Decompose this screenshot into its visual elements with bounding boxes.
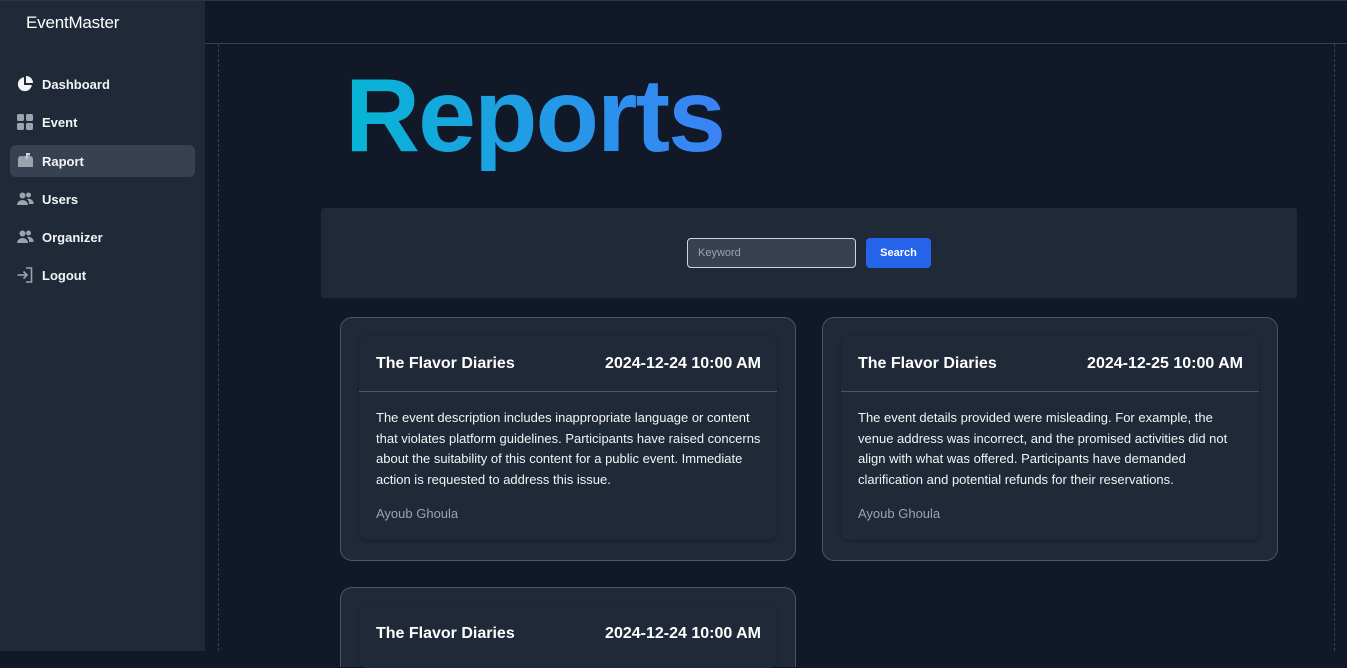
report-card-body: The Flavor Diaries 2024-12-25 10:00 AM T… xyxy=(841,336,1259,540)
sidebar-item-event[interactable]: Event xyxy=(10,106,195,138)
top-bar: EventMaster xyxy=(0,0,1347,44)
sidebar-item-dashboard[interactable]: Dashboard xyxy=(10,68,195,100)
sidebar-item-users[interactable]: Users xyxy=(10,183,195,215)
report-description: The event details provided were misleadi… xyxy=(858,410,1228,487)
report-author: Ayoub Ghoula xyxy=(858,506,941,521)
report-card-body: The Flavor Diaries 2024-12-24 10:00 AM T… xyxy=(359,336,777,540)
report-card-body: The Flavor Diaries 2024-12-24 10:00 AM xyxy=(359,606,777,668)
brand-area: EventMaster xyxy=(0,1,205,44)
report-datetime: 2024-12-24 10:00 AM xyxy=(605,625,761,642)
content-border-left xyxy=(218,44,219,651)
sidebar-item-label: Users xyxy=(42,191,79,207)
users-icon xyxy=(16,228,34,246)
pie-chart-icon xyxy=(16,75,34,93)
report-card-header: The Flavor Diaries 2024-12-25 10:00 AM xyxy=(841,336,1259,392)
report-description: The event description includes inappropr… xyxy=(376,410,761,487)
brand-logo[interactable]: EventMaster xyxy=(26,13,119,33)
search-input[interactable] xyxy=(687,238,856,268)
sidebar-item-label: Event xyxy=(42,114,78,130)
sidebar-item-label: Organizer xyxy=(42,229,103,245)
sidebar: Dashboard Event Raport Users Organizer L… xyxy=(0,44,205,651)
search-panel: Search xyxy=(321,208,1297,298)
sidebar-item-logout[interactable]: Logout xyxy=(10,259,195,291)
logout-icon xyxy=(16,266,34,284)
sidebar-item-label: Logout xyxy=(42,267,87,283)
report-author: Ayoub Ghoula xyxy=(376,506,459,521)
sidebar-item-label: Raport xyxy=(42,153,84,169)
mailbox-icon xyxy=(16,152,34,170)
report-datetime: 2024-12-24 10:00 AM xyxy=(605,355,761,372)
report-event-title: The Flavor Diaries xyxy=(858,355,997,372)
report-card: The Flavor Diaries 2024-12-25 10:00 AM T… xyxy=(822,317,1278,561)
report-card: The Flavor Diaries 2024-12-24 10:00 AM xyxy=(340,587,796,668)
sidebar-item-raport[interactable]: Raport xyxy=(10,145,195,177)
sidebar-item-organizer[interactable]: Organizer xyxy=(10,221,195,253)
search-button[interactable]: Search xyxy=(866,238,931,268)
report-datetime: 2024-12-25 10:00 AM xyxy=(1087,355,1243,372)
report-card-header: The Flavor Diaries 2024-12-24 10:00 AM xyxy=(359,606,777,662)
users-icon xyxy=(16,190,34,208)
report-card: The Flavor Diaries 2024-12-24 10:00 AM T… xyxy=(340,317,796,561)
page-title: Reports xyxy=(345,58,726,174)
report-event-title: The Flavor Diaries xyxy=(376,625,515,642)
report-event-title: The Flavor Diaries xyxy=(376,355,515,372)
report-card-header: The Flavor Diaries 2024-12-24 10:00 AM xyxy=(359,336,777,392)
grid-icon xyxy=(16,113,34,131)
content-border-right xyxy=(1334,44,1335,651)
sidebar-item-label: Dashboard xyxy=(42,76,110,92)
